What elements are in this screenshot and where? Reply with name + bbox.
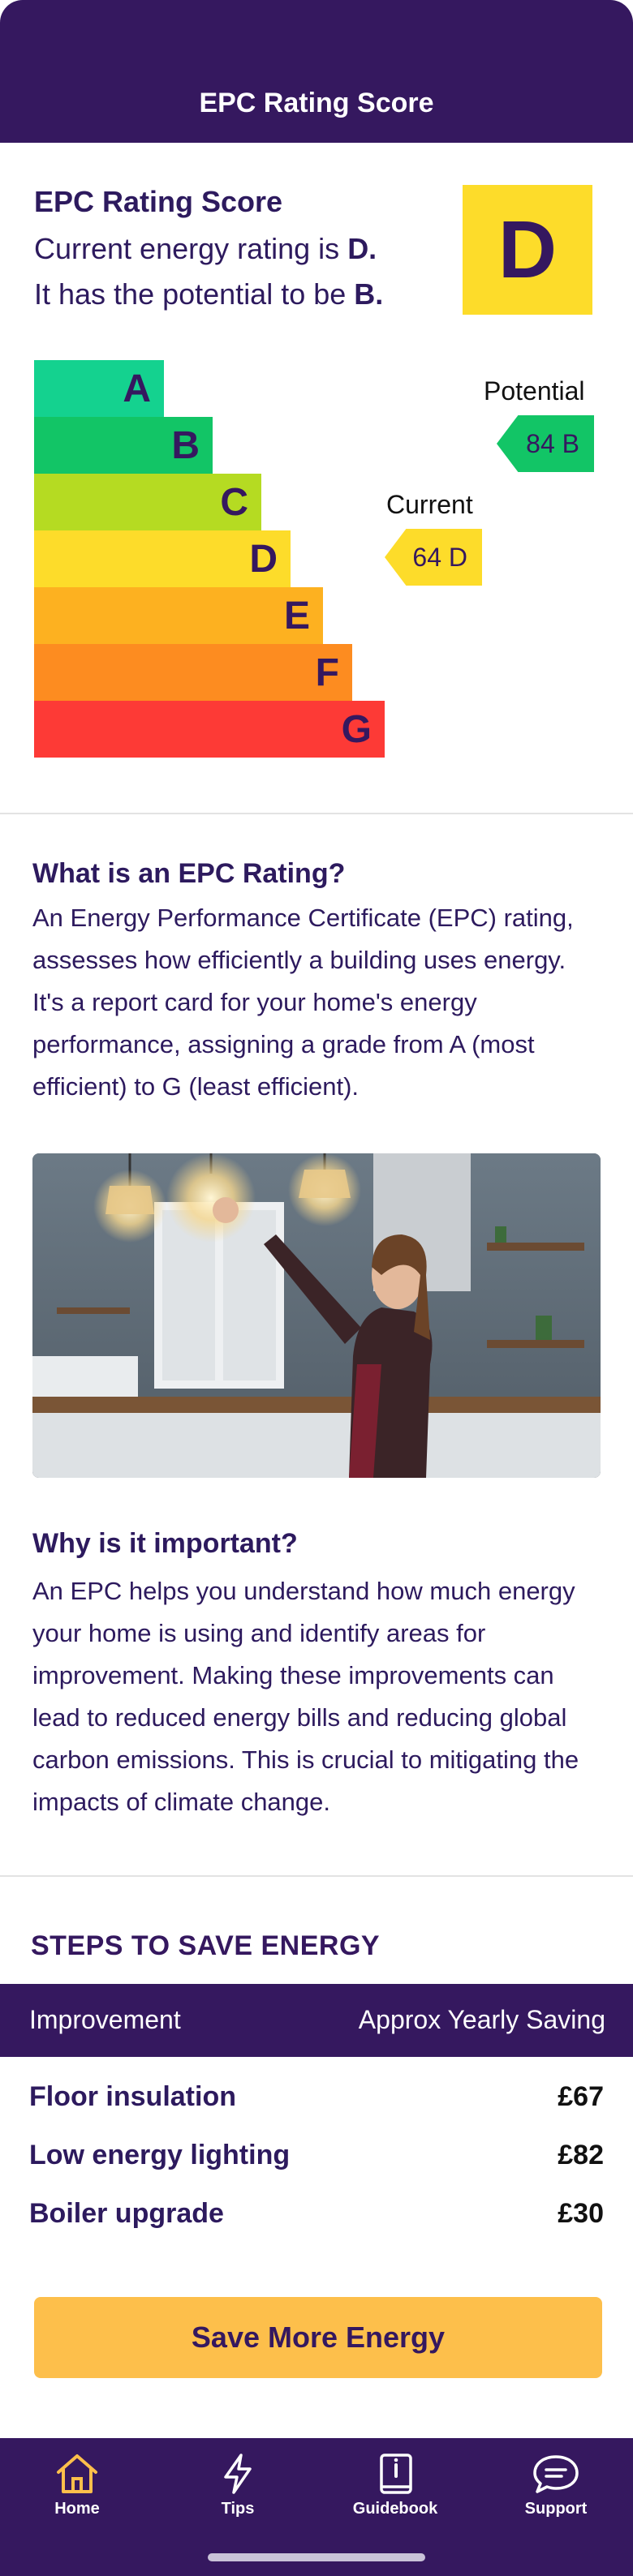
nav-item-tips[interactable]: Tips (177, 2453, 299, 2518)
header-title: EPC Rating Score (199, 88, 434, 118)
nav-label-home: Home (54, 2500, 100, 2518)
improvement-name: Low energy lighting (29, 2140, 291, 2170)
col-yearly-saving: Approx Yearly Saving (358, 2005, 605, 2034)
band-a: A (34, 360, 164, 417)
home-icon (57, 2454, 97, 2493)
improvement-saving: £30 (558, 2198, 604, 2229)
app-header: EPC Rating Score (0, 0, 633, 143)
improvement-name: Boiler upgrade (29, 2198, 224, 2229)
current-score-tag: 64 D (385, 529, 482, 586)
about-epc-heading: What is an EPC Rating? (32, 858, 346, 889)
band-b: B (34, 417, 213, 474)
potential-label: Potential (484, 376, 585, 406)
divider (0, 813, 633, 814)
band-e: E (34, 587, 323, 644)
current-rating-text: Current energy rating is D. (34, 232, 377, 265)
home-indicator (208, 2553, 425, 2561)
woman-changing-lightbulb-photo (32, 1153, 601, 1478)
why-important-text: An EPC helps you understand how much ene… (32, 1577, 579, 1816)
improvement-saving: £82 (558, 2140, 604, 2170)
nav-item-guidebook[interactable]: Guidebook (334, 2453, 456, 2518)
book-icon (380, 2454, 412, 2494)
steps-title: STEPS TO SAVE ENERGY (31, 1930, 381, 1961)
nav-item-support[interactable]: Support (495, 2453, 617, 2518)
band-c: C (34, 474, 261, 530)
improvement-name: Floor insulation (29, 2081, 236, 2112)
save-more-energy-button[interactable]: Save More Energy (34, 2297, 602, 2378)
divider (0, 1875, 633, 1877)
about-epc-text: An Energy Performance Certificate (EPC) … (32, 904, 574, 1101)
nav-label-support: Support (524, 2500, 588, 2518)
current-grade-badge: D (463, 185, 592, 315)
nav-label-guidebook: Guidebook (352, 2500, 438, 2518)
why-important-heading: Why is it important? (32, 1528, 298, 1559)
band-g: G (34, 701, 385, 758)
current-label: Current (386, 490, 473, 519)
chat-bubble-icon (533, 2455, 579, 2493)
potential-rating-text: It has the potential to be B. (34, 277, 384, 311)
band-d: D (34, 530, 291, 587)
savings-table-header: Improvement Approx Yearly Saving (0, 1984, 633, 2057)
nav-item-home[interactable]: Home (16, 2453, 138, 2518)
col-improvement: Improvement (29, 2005, 181, 2034)
lightning-icon (224, 2454, 252, 2494)
potential-score-tag: 84 B (497, 415, 594, 472)
band-f: F (34, 644, 352, 701)
epc-heading: EPC Rating Score (34, 185, 283, 218)
nav-label-tips: Tips (221, 2500, 255, 2518)
improvement-saving: £67 (558, 2081, 604, 2112)
